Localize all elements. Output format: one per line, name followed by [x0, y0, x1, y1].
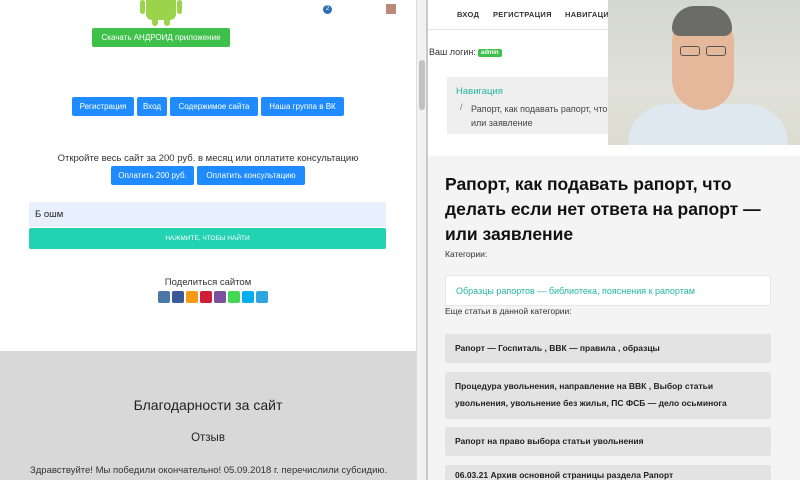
breadcrumb-current: Рапорт, как подавать рапорт, что или зая… — [471, 102, 631, 130]
vk-icon[interactable] — [158, 291, 170, 303]
odnoklassniki-icon[interactable] — [186, 291, 198, 303]
site-contents-button[interactable]: Содержимое сайта — [170, 97, 258, 116]
article-item[interactable]: Процедура увольнения, направление на ВВК… — [445, 372, 771, 419]
download-android-button[interactable]: Скачать АНДРОИД приложение — [92, 28, 230, 47]
android-logo-icon — [140, 0, 182, 26]
review-title: Отзыв — [191, 432, 225, 444]
breadcrumb-separator: / — [460, 102, 463, 112]
article-item-label: 06.03.21 Архив основной страницы раздела… — [455, 470, 674, 480]
page-title: Рапорт, как подавать рапорт, что делать … — [445, 174, 761, 244]
article-item[interactable]: Рапорт — Госпиталь , ВВК — правила , обр… — [445, 334, 771, 363]
breadcrumb-current-line1: Рапорт, как подавать рапорт, что — [471, 104, 608, 114]
article-item[interactable]: 06.03.21 Архив основной страницы раздела… — [445, 465, 771, 480]
skype-icon[interactable] — [242, 291, 254, 303]
pay-200-button[interactable]: Оплатить 200 руб. — [111, 166, 194, 185]
login-button[interactable]: Вход — [137, 97, 167, 116]
category-box: Образцы рапортов — библиотека, пояснения… — [445, 275, 771, 306]
scrollbar-thumb[interactable] — [419, 60, 425, 110]
moimir-icon[interactable] — [200, 291, 212, 303]
article-item-label: Рапорт — Госпиталь , ВВК — правила , обр… — [455, 343, 660, 353]
article-item-label: Рапорт на право выбора статьи увольнения — [455, 436, 644, 446]
webcam-overlay — [608, 0, 800, 145]
left-scrollbar[interactable] — [416, 0, 426, 480]
category-link[interactable]: Образцы рапортов — библиотека, пояснения… — [456, 286, 695, 296]
thanks-section — [0, 351, 416, 480]
login-label: Ваш логин: — [429, 47, 476, 57]
share-icons-row — [158, 291, 268, 303]
register-button[interactable]: Регистрация — [72, 97, 134, 116]
review-text: Здравствуйте! Мы победили окончательно! … — [30, 465, 388, 476]
pay-consultation-button[interactable]: Оплатить консультацию — [197, 166, 305, 185]
article-item[interactable]: Рапорт на право выбора статьи увольнения — [445, 427, 771, 456]
nav-register[interactable]: РЕГИСТРАЦИЯ — [493, 10, 552, 19]
login-line: Ваш логин: admin — [429, 47, 502, 57]
share-label: Поделиться сайтом — [164, 277, 252, 288]
left-browser-pane: 2 Скачать АНДРОИД приложение Регистрация… — [0, 0, 416, 480]
telegram-icon[interactable] — [256, 291, 268, 303]
nav-navigation[interactable]: НАВИГАЦИ — [565, 10, 609, 19]
breadcrumb-current-line2: или заявление — [471, 118, 533, 128]
categories-label: Категории: — [445, 249, 488, 259]
vk-group-button[interactable]: Наша группа в ВК — [261, 97, 344, 116]
admin-badge: admin — [477, 48, 502, 57]
more-articles-label: Еще статьи в данной категории: — [445, 306, 572, 316]
nav-login[interactable]: ВХОД — [457, 10, 479, 19]
search-input[interactable] — [29, 202, 386, 227]
article-item-label: Процедура увольнения, направление на ВВК… — [455, 381, 727, 408]
thanks-title: Благодарности за сайт — [133, 397, 283, 413]
screen: 2 Скачать АНДРОИД приложение Регистрация… — [0, 0, 800, 480]
subscription-text: Откройте весь сайт за 200 руб. в месяц и… — [57, 153, 359, 164]
breadcrumb-home-link[interactable]: Навигация — [456, 86, 503, 97]
notification-badge: 2 — [323, 5, 332, 14]
facebook-icon[interactable] — [172, 291, 184, 303]
search-button[interactable]: нажмите, чтобы найти — [29, 228, 386, 249]
avatar[interactable] — [386, 4, 396, 14]
viber-icon[interactable] — [214, 291, 226, 303]
whatsapp-icon[interactable] — [228, 291, 240, 303]
